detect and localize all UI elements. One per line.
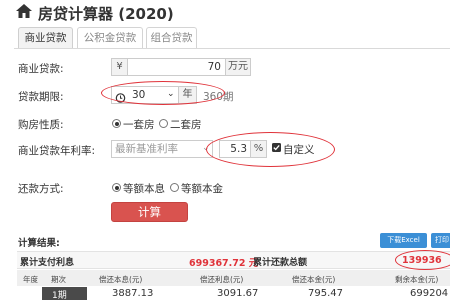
radio-first-home[interactable] — [112, 119, 121, 128]
col-interest: 偿还利息(元) — [200, 275, 244, 284]
radio-equal-principal[interactable] — [170, 183, 179, 192]
currency-prefix: ¥ — [111, 58, 128, 76]
radio-second-home[interactable] — [159, 119, 168, 128]
radio-equal-payment-label: 等额本息 — [123, 183, 165, 195]
tab-combined-loan[interactable]: 组合贷款 — [146, 27, 197, 49]
radio-first-home-label: 一套房 — [123, 119, 155, 131]
tab-provident-fund-loan[interactable]: 公积金贷款 — [77, 27, 143, 49]
loan-amount-label: 商业贷款: — [18, 63, 64, 75]
home-icon[interactable] — [15, 2, 33, 20]
house-type-label: 购房性质: — [18, 119, 64, 131]
cell-period: 1期 — [52, 291, 67, 301]
tabs-divider — [14, 48, 450, 49]
page-title: 房贷计算器 (2020) — [38, 5, 174, 23]
summary-row: 累计支付利息 699367.72 元 累计还款总额 139936 — [17, 251, 450, 269]
table-row: 1期 3887.13 3091.67 795.47 699204 — [17, 287, 450, 301]
results-title: 计算结果: — [18, 238, 60, 249]
col-period: 期次 — [51, 275, 66, 284]
loan-amount-unit: 万元 — [225, 58, 251, 76]
annotation-circle-rate — [206, 132, 335, 167]
col-remaining: 剩余本金(元) — [395, 275, 439, 284]
calculate-button[interactable]: 计算 — [111, 202, 188, 222]
total-interest-value: 699367.72 元 — [189, 258, 259, 269]
print-button[interactable]: 打印 — [431, 233, 450, 248]
col-principal: 偿还本金(元) — [292, 275, 336, 284]
period-badge: 1期 — [42, 287, 87, 301]
cell-interest: 3091.67 — [217, 288, 259, 299]
total-interest-label: 累计支付利息 — [20, 258, 75, 268]
tab-commercial-loan[interactable]: 商业贷款 — [18, 27, 73, 49]
annotation-circle-total — [395, 250, 450, 270]
col-year: 年度 — [23, 275, 38, 284]
total-repay-label: 累计还款总额 — [253, 258, 308, 268]
radio-equal-principal-label: 等额本金 — [181, 183, 223, 195]
radio-equal-payment[interactable] — [112, 183, 121, 192]
annotation-circle-term — [101, 81, 225, 105]
col-payment: 偿还本息(元) — [99, 275, 143, 284]
rate-type-value: 最新基准利率 — [115, 143, 178, 155]
radio-second-home-label: 二套房 — [170, 119, 202, 131]
cell-remaining: 699204 — [410, 288, 449, 299]
repay-method-label: 还款方式: — [18, 183, 64, 195]
cell-payment: 3887.13 — [112, 288, 154, 299]
rate-label: 商业贷款年利率: — [18, 145, 96, 157]
loan-amount-input[interactable]: 70 — [127, 58, 226, 76]
table-header: 年度 期次 偿还本息(元) 偿还利息(元) 偿还本金(元) 剩余本金(元) — [17, 270, 450, 286]
loan-term-label: 贷款期限: — [18, 91, 64, 103]
download-excel-button[interactable]: 下载Excel — [380, 233, 427, 248]
rate-type-select[interactable]: 最新基准利率 ⌄ — [111, 140, 213, 158]
cell-principal: 795.47 — [308, 288, 343, 299]
header: 房贷计算器 (2020) — [0, 0, 450, 24]
